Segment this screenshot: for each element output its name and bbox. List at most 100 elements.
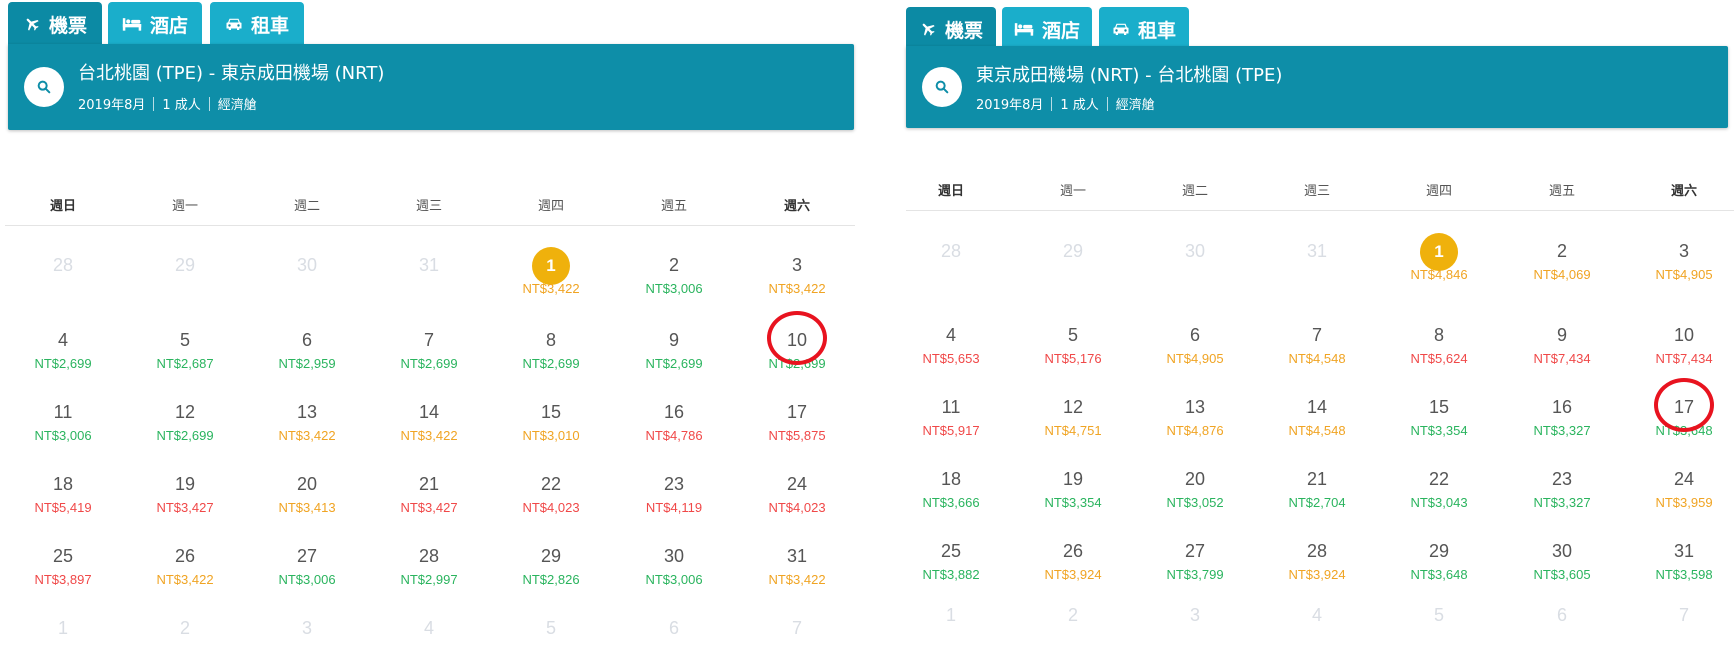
prev-month-day: 29 — [125, 252, 245, 278]
calendar-day-29[interactable]: 29 NT$3,648 — [1379, 538, 1499, 582]
calendar-day-25[interactable]: 25 NT$3,897 — [3, 543, 123, 587]
product-tabs: 機票 酒店 租車 — [0, 2, 860, 46]
day-number: 27 — [1184, 541, 1206, 561]
day-number: 25 — [52, 546, 74, 566]
calendar-day-17[interactable]: 17 NT$3,648 — [1624, 394, 1734, 438]
day-price: NT$3,427 — [156, 500, 214, 515]
calendar-day-6[interactable]: 6 NT$2,959 — [247, 327, 367, 371]
tab-bed[interactable]: 酒店 — [1002, 7, 1092, 51]
calendar-day-16[interactable]: 16 NT$4,786 — [614, 399, 734, 443]
calendar-day-28[interactable]: 28 NT$3,924 — [1257, 538, 1377, 582]
calendar-day-24[interactable]: 24 NT$3,959 — [1624, 466, 1734, 510]
tab-car[interactable]: 租車 — [210, 2, 304, 46]
search-summary-banner[interactable]: 台北桃園 (TPE) - 東京成田機場 (NRT) 2019年8月 1 成人 經濟艙 — [8, 44, 854, 130]
calendar-day-19[interactable]: 19 NT$3,354 — [1013, 466, 1133, 510]
calendar-day-22[interactable]: 22 NT$4,023 — [491, 471, 611, 515]
calendar-day-7[interactable]: 7 NT$2,699 — [369, 327, 489, 371]
calendar-day-5[interactable]: 5 NT$5,176 — [1013, 322, 1133, 366]
calendar-day-21[interactable]: 21 NT$2,704 — [1257, 466, 1377, 510]
day-number: 15 — [540, 402, 562, 422]
calendar-day-14[interactable]: 14 NT$3,422 — [369, 399, 489, 443]
day-number: 17 — [1673, 397, 1695, 417]
weekday-header: 週四 — [1425, 184, 1452, 199]
calendar-day-1[interactable]: 1 NT$4,846 — [1379, 233, 1499, 282]
calendar-day-7[interactable]: 7 NT$4,548 — [1257, 322, 1377, 366]
search-button[interactable] — [24, 67, 64, 107]
calendar-day-27[interactable]: 27 NT$3,006 — [247, 543, 367, 587]
calendar-day-13[interactable]: 13 NT$4,876 — [1135, 394, 1255, 438]
calendar-day-23[interactable]: 23 NT$4,119 — [614, 471, 734, 515]
day-number: 31 — [1673, 541, 1695, 561]
calendar-day-10[interactable]: 10 NT$7,434 — [1624, 322, 1734, 366]
search-summary-banner[interactable]: 東京成田機場 (NRT) - 台北桃園 (TPE) 2019年8月 1 成人 經濟艙 — [906, 46, 1728, 128]
calendar-day-15[interactable]: 15 NT$3,354 — [1379, 394, 1499, 438]
weekday-header: 週日 — [49, 199, 76, 214]
day-number: 12 — [1062, 397, 1084, 417]
calendar-day-9[interactable]: 9 NT$7,434 — [1502, 322, 1622, 366]
calendar-day-3[interactable]: 3 NT$3,422 — [737, 252, 857, 296]
day-price: NT$2,699 — [645, 356, 703, 371]
calendar-day-8[interactable]: 8 NT$2,699 — [491, 327, 611, 371]
calendar-day-4[interactable]: 4 NT$2,699 — [3, 327, 123, 371]
calendar-day-8[interactable]: 8 NT$5,624 — [1379, 322, 1499, 366]
route-title: 東京成田機場 (NRT) - 台北桃園 (TPE) — [976, 65, 1283, 86]
calendar-day-30[interactable]: 30 NT$3,006 — [614, 543, 734, 587]
calendar-day-26[interactable]: 26 NT$3,422 — [125, 543, 245, 587]
tab-plane[interactable]: 機票 — [906, 7, 996, 51]
calendar-day-18[interactable]: 18 NT$5,419 — [3, 471, 123, 515]
calendar-day-29[interactable]: 29 NT$2,826 — [491, 543, 611, 587]
calendar-day-20[interactable]: 20 NT$3,413 — [247, 471, 367, 515]
calendar-day-17[interactable]: 17 NT$5,875 — [737, 399, 857, 443]
divider — [208, 96, 210, 111]
calendar-day-10[interactable]: 10 NT$2,699 — [737, 327, 857, 371]
calendar-day-15[interactable]: 15 NT$3,010 — [491, 399, 611, 443]
calendar-day-14[interactable]: 14 NT$4,548 — [1257, 394, 1377, 438]
calendar-day-11[interactable]: 11 NT$5,917 — [891, 394, 1011, 438]
calendar-day-24[interactable]: 24 NT$4,023 — [737, 471, 857, 515]
calendar-day-31[interactable]: 31 NT$3,422 — [737, 543, 857, 587]
calendar-day-12[interactable]: 12 NT$2,699 — [125, 399, 245, 443]
calendar-day-1[interactable]: 1 NT$3,422 — [491, 247, 611, 296]
tab-bed[interactable]: 酒店 — [108, 2, 202, 46]
calendar-day-20[interactable]: 20 NT$3,052 — [1135, 466, 1255, 510]
calendar-day-27[interactable]: 27 NT$3,799 — [1135, 538, 1255, 582]
calendar-day-21[interactable]: 21 NT$3,427 — [369, 471, 489, 515]
calendar-day-19[interactable]: 19 NT$3,427 — [125, 471, 245, 515]
calendar-day-26[interactable]: 26 NT$3,924 — [1013, 538, 1133, 582]
day-price: NT$2,699 — [522, 356, 580, 371]
day-price: NT$3,043 — [1410, 495, 1468, 510]
calendar-day-3[interactable]: 3 NT$4,905 — [1624, 238, 1734, 282]
day-price: NT$3,422 — [156, 572, 214, 587]
prev-month-day: 28 — [3, 252, 123, 278]
tab-plane[interactable]: 機票 — [8, 2, 102, 46]
calendar-day-16[interactable]: 16 NT$3,327 — [1502, 394, 1622, 438]
day-number: 8 — [1433, 325, 1444, 345]
day-price: NT$3,006 — [34, 428, 92, 443]
calendar-day-22[interactable]: 22 NT$3,043 — [1379, 466, 1499, 510]
calendar-day-28[interactable]: 28 NT$2,997 — [369, 543, 489, 587]
calendar-day-30[interactable]: 30 NT$3,605 — [1502, 538, 1622, 582]
calendar-day-25[interactable]: 25 NT$3,882 — [891, 538, 1011, 582]
day-number: 19 — [1062, 469, 1084, 489]
calendar-day-13[interactable]: 13 NT$3,422 — [247, 399, 367, 443]
calendar-day-2[interactable]: 2 NT$3,006 — [614, 252, 734, 296]
tab-car[interactable]: 租車 — [1099, 7, 1189, 51]
search-button[interactable] — [922, 67, 962, 107]
day-number: 31 — [1306, 241, 1328, 261]
day-number: 31 — [418, 255, 440, 275]
selected-day-badge: 1 — [1379, 233, 1499, 271]
day-number: 9 — [668, 330, 679, 350]
calendar-panel-2: 機票 酒店 租車 東京成田機場 (NRT) - 台北桃園 (TPE) 2019年8月 1 … — [900, 0, 1734, 655]
calendar-day-4[interactable]: 4 NT$5,653 — [891, 322, 1011, 366]
day-price: NT$3,327 — [1533, 495, 1591, 510]
calendar-day-5[interactable]: 5 NT$2,687 — [125, 327, 245, 371]
calendar-day-2[interactable]: 2 NT$4,069 — [1502, 238, 1622, 282]
calendar-day-11[interactable]: 11 NT$3,006 — [3, 399, 123, 443]
calendar-day-18[interactable]: 18 NT$3,666 — [891, 466, 1011, 510]
day-price: NT$3,422 — [768, 572, 826, 587]
calendar-day-6[interactable]: 6 NT$4,905 — [1135, 322, 1255, 366]
calendar-day-23[interactable]: 23 NT$3,327 — [1502, 466, 1622, 510]
calendar-day-9[interactable]: 9 NT$2,699 — [614, 327, 734, 371]
calendar-day-31[interactable]: 31 NT$3,598 — [1624, 538, 1734, 582]
calendar-day-12[interactable]: 12 NT$4,751 — [1013, 394, 1133, 438]
